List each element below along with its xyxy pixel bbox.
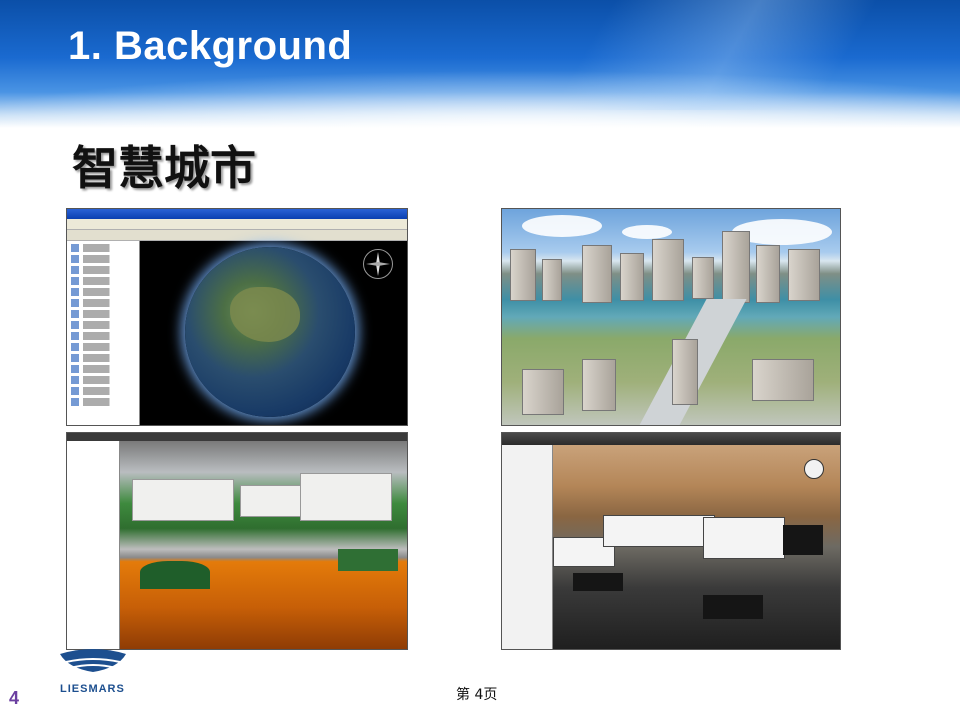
window-menubar [67, 219, 407, 230]
logo-text: LIESMARS [60, 683, 125, 695]
page-footer: 第 4页 [456, 687, 498, 703]
window-titlebar [67, 433, 407, 441]
3d-viewport [553, 445, 840, 649]
window-toolbar [67, 230, 407, 241]
scene-tree-panel [502, 445, 553, 649]
slide-number: 4 [9, 688, 20, 708]
3d-viewport [120, 441, 407, 649]
window-titlebar [502, 433, 840, 445]
compass-icon [363, 249, 393, 279]
globe-software-screenshot [66, 208, 408, 426]
slide-subtitle: 智慧城市 [72, 141, 256, 195]
earth-globe [185, 247, 355, 417]
globe-viewport [140, 241, 407, 425]
slide-title: 1. Background [68, 24, 353, 68]
layer-tree-panel [67, 241, 140, 425]
clock-icon [804, 459, 824, 479]
window-titlebar [67, 209, 407, 219]
header-light-streak [440, 0, 960, 110]
3d-city-aerial-render [501, 208, 841, 426]
campus-underground-3d-screenshot [66, 432, 408, 650]
indoor-3d-model-screenshot [501, 432, 841, 650]
side-panel [67, 441, 120, 649]
